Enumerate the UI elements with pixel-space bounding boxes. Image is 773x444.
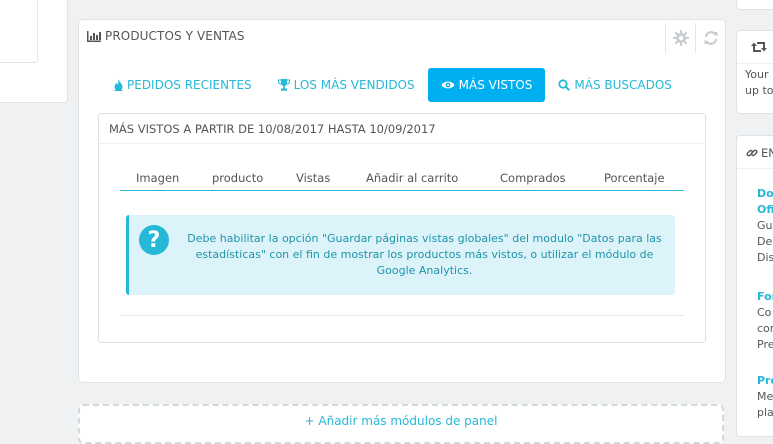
column-header-views: Vistas <box>296 171 331 185</box>
question-icon: ? <box>139 225 169 255</box>
column-header-percentage: Porcentaje <box>604 171 665 185</box>
column-header-add-to-cart: Añadir al carrito <box>366 171 459 185</box>
panel-heading: PRODUCTOS Y VENTAS <box>79 20 725 53</box>
tab-label: LOS MÁS VENDIDOS <box>293 78 415 92</box>
resource-link-title[interactable]: Do <box>757 186 773 202</box>
widget-heading: EN <box>737 136 773 169</box>
stats-tabs: PEDIDOS RECIENTES LOS MÁS VENDIDOS MÁS V… <box>101 68 685 102</box>
widget-text-line: Your <box>745 68 769 81</box>
alert-message: Debe habilitar la opción "Guardar página… <box>187 232 662 277</box>
table-header: Imagen producto Vistas Añadir al carrito… <box>120 170 684 191</box>
retweet-icon <box>751 42 767 52</box>
fire-icon <box>114 79 123 91</box>
resource-description: Dis <box>757 251 773 264</box>
resource-description: Co <box>757 306 772 319</box>
column-header-product: producto <box>212 171 264 185</box>
column-header-image: Imagen <box>136 171 180 185</box>
tab-recent-orders[interactable]: PEDIDOS RECIENTES <box>101 68 265 102</box>
resource-description: Me <box>757 390 773 403</box>
resource-link-title[interactable]: For <box>757 289 773 305</box>
refresh-icon <box>704 31 717 45</box>
resource-description: De <box>757 235 773 248</box>
tab-label: PEDIDOS RECIENTES <box>127 78 252 92</box>
divider <box>99 143 705 144</box>
add-dashboard-modules-area[interactable]: + Añadir más módulos de panel <box>78 404 724 444</box>
divider <box>120 315 684 316</box>
section-heading: MÁS VISTOS A PARTIR DE 10/08/2017 HASTA … <box>109 122 436 136</box>
tab-top-searches[interactable]: MÁS BUSCADOS <box>545 68 685 102</box>
refresh-button[interactable] <box>695 23 725 53</box>
resource-description: Pre <box>757 338 773 351</box>
right-widget-update: Your up to <box>736 30 773 114</box>
tab-best-sellers[interactable]: LOS MÁS VENDIDOS <box>265 68 428 102</box>
left-widget-panel <box>0 0 68 103</box>
configure-button[interactable] <box>665 23 695 53</box>
resource-description: pla <box>757 406 773 419</box>
panel-title: PRODUCTOS Y VENTAS <box>87 29 245 43</box>
right-widget-top <box>736 0 773 10</box>
trophy-icon <box>277 79 290 91</box>
widget-heading-text: EN <box>761 146 773 160</box>
search-icon <box>558 79 571 91</box>
products-sales-panel: PRODUCTOS Y VENTAS PEDIDOS RECIENTES LOS… <box>78 19 726 383</box>
column-header-purchased: Comprados <box>500 171 566 185</box>
most-viewed-section: MÁS VISTOS A PARTIR DE 10/08/2017 HASTA … <box>98 113 706 343</box>
panel-tools <box>665 23 725 53</box>
resource-description: cor <box>757 322 773 335</box>
widget-heading <box>737 31 773 64</box>
right-widget-links: EN Do Ofi Gu De Dis For Co cor Pre Pre M… <box>736 135 773 437</box>
tab-most-viewed[interactable]: MÁS VISTOS <box>427 68 546 102</box>
add-modules-link[interactable]: + Añadir más módulos de panel <box>80 414 722 428</box>
tab-label: MÁS BUSCADOS <box>574 78 672 92</box>
eye-icon <box>441 81 455 89</box>
widget-text-line: up to <box>745 84 773 97</box>
info-alert: ? Debe habilitar la opción "Guardar pági… <box>126 215 675 295</box>
link-icon <box>746 149 758 157</box>
bar-chart-icon <box>87 30 101 42</box>
resource-link-title[interactable]: Pre <box>757 373 773 389</box>
left-widget-inner <box>0 0 38 63</box>
tab-label: MÁS VISTOS <box>458 78 533 92</box>
resource-link-title[interactable]: Ofi <box>757 202 773 218</box>
panel-title-text: PRODUCTOS Y VENTAS <box>105 29 245 43</box>
gear-icon <box>672 30 689 46</box>
resource-description: Gu <box>757 219 773 232</box>
